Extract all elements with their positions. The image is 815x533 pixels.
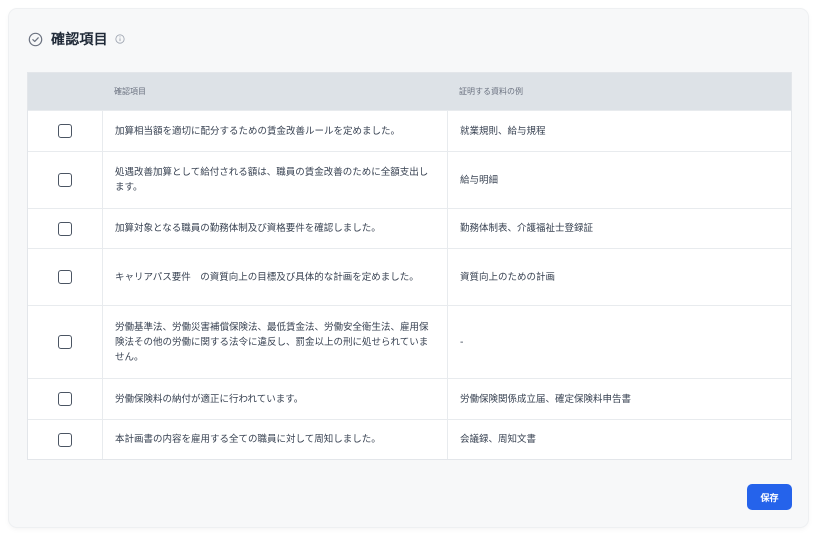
page-title: 確認項目: [51, 32, 108, 48]
table-row: 処遇改善加算として給付される額は、職員の賃金改善のために全額支出します。 給与明…: [28, 151, 791, 208]
check-circle-icon: [28, 32, 43, 46]
row-checkbox-cell: [28, 420, 102, 459]
row-checkbox[interactable]: [58, 124, 72, 138]
row-checkbox[interactable]: [58, 432, 72, 447]
row-document-text: 給与明細: [447, 152, 791, 208]
row-checkbox[interactable]: [58, 173, 72, 187]
row-item-text: 労働保険料の納付が適正に行われています。: [102, 379, 447, 419]
row-document-text: 就業規則、給与規程: [447, 111, 791, 151]
row-checkbox[interactable]: [58, 221, 72, 236]
row-document-text: -: [447, 306, 791, 378]
row-item-text: 労働基準法、労働災害補償保険法、最低賃金法、労働安全衛生法、雇用保険法その他の労…: [102, 306, 447, 378]
row-checkbox-cell: [28, 379, 102, 419]
column-header-document: 証明する資料の例: [459, 87, 523, 96]
row-checkbox[interactable]: [58, 335, 72, 349]
table-header: 確認項目 証明する資料の例: [28, 73, 791, 110]
row-item-text: キャリアパス要件 の資質向上の目標及び具体的な計画を定めました。: [102, 249, 447, 305]
column-header-check: [28, 73, 102, 110]
card-header: 確認項目: [28, 29, 125, 49]
table-row: 加算相当額を適切に配分するための賃金改善ルールを定めました。 就業規則、給与規程: [28, 110, 791, 151]
row-item-text: 本計画書の内容を雇用する全ての職員に対して周知しました。: [102, 420, 447, 459]
info-icon[interactable]: [115, 34, 125, 44]
row-item-text: 加算相当額を適切に配分するための賃金改善ルールを定めました。: [102, 111, 447, 151]
table-row: 労働基準法、労働災害補償保険法、最低賃金法、労働安全衛生法、雇用保険法その他の労…: [28, 305, 791, 378]
table-row: 加算対象となる職員の勤務体制及び資格要件を確認しました。 勤務体制表、介護福祉士…: [28, 208, 791, 248]
row-document-text: 労働保険関係成立届、確定保険料申告書: [447, 379, 791, 419]
confirmation-card: 確認項目 確認項目 証明する資料の例 加算相当額を適切に配分するための賃金改善ル…: [9, 9, 808, 527]
row-checkbox-cell: [28, 249, 102, 305]
row-checkbox-cell: [28, 111, 102, 151]
save-button[interactable]: 保存: [747, 484, 792, 510]
row-checkbox-cell: [28, 306, 102, 378]
table-row: キャリアパス要件 の資質向上の目標及び具体的な計画を定めました。 資質向上のため…: [28, 248, 791, 305]
row-item-text: 処遇改善加算として給付される額は、職員の賃金改善のために全額支出します。: [102, 152, 447, 208]
row-document-text: 資質向上のための計画: [447, 249, 791, 305]
row-checkbox[interactable]: [58, 270, 72, 284]
row-checkbox[interactable]: [58, 392, 72, 406]
checklist-table: 確認項目 証明する資料の例 加算相当額を適切に配分するための賃金改善ルールを定め…: [27, 72, 792, 460]
table-row: 労働保険料の納付が適正に行われています。 労働保険関係成立届、確定保険料申告書: [28, 378, 791, 419]
row-checkbox-cell: [28, 209, 102, 248]
table-row: 本計画書の内容を雇用する全ての職員に対して周知しました。 会議録、周知文書: [28, 419, 791, 459]
row-document-text: 会議録、周知文書: [447, 420, 791, 459]
row-checkbox-cell: [28, 152, 102, 208]
row-item-text: 加算対象となる職員の勤務体制及び資格要件を確認しました。: [102, 209, 447, 248]
column-header-item: 確認項目: [114, 87, 146, 96]
row-document-text: 勤務体制表、介護福祉士登録証: [447, 209, 791, 248]
